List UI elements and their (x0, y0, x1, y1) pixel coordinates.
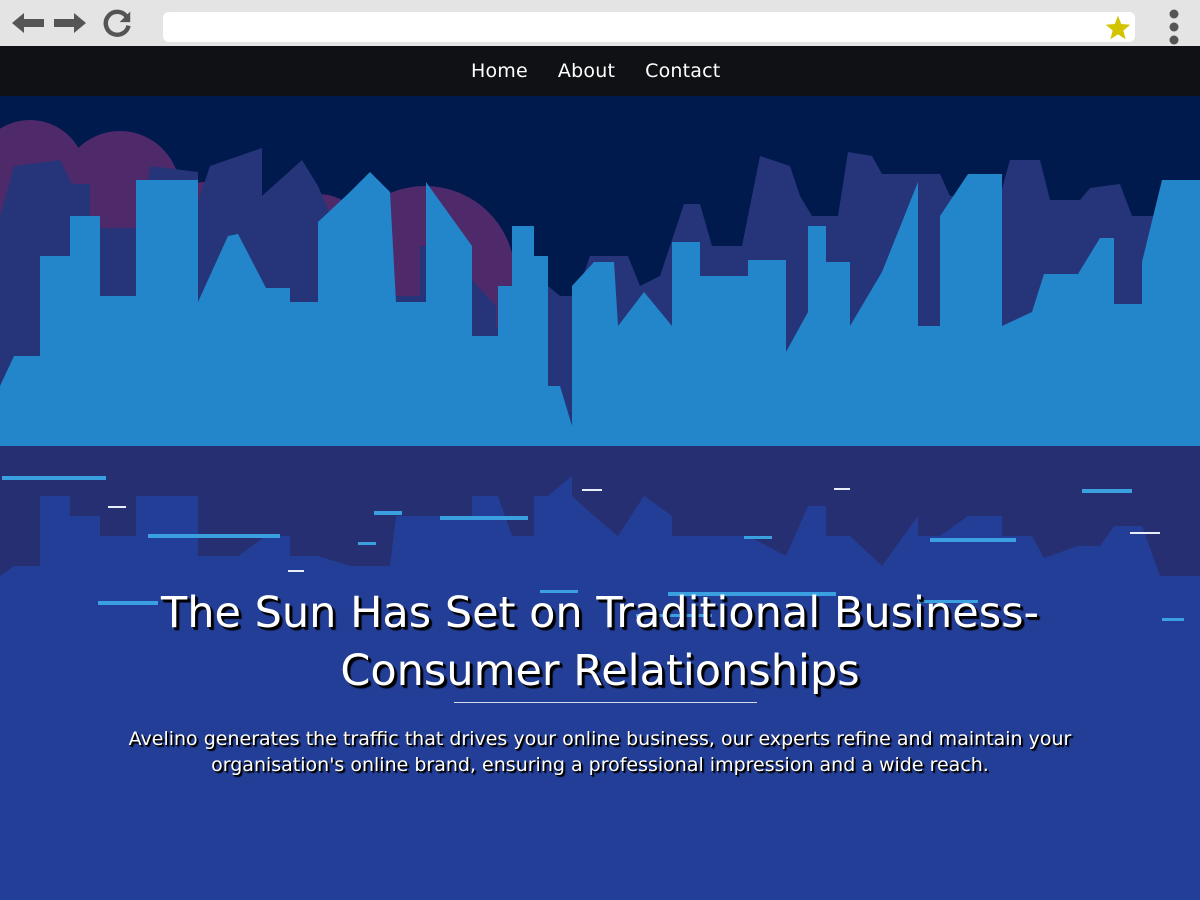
page: Home About Contact The Sun Has Set on Tr… (0, 0, 1200, 900)
vertical-dots-icon[interactable] (1164, 9, 1184, 45)
hero-title: The Sun Has Set on Traditional Business-… (160, 588, 1040, 696)
arrow-right-icon[interactable] (52, 8, 88, 38)
hero-subtitle: Avelino generates the traffic that drive… (128, 728, 1072, 776)
reload-icon[interactable] (98, 8, 136, 38)
star-icon[interactable] (1104, 14, 1132, 42)
nav-link-home[interactable]: Home (471, 60, 528, 82)
nav-item-about: About (558, 60, 615, 82)
nav-link-contact[interactable]: Contact (645, 60, 720, 82)
hero-divider (454, 702, 757, 703)
arrow-left-icon[interactable] (10, 8, 46, 38)
nav-item-contact: Contact (645, 60, 720, 82)
browser-toolbar (0, 0, 1200, 46)
nav-link-about[interactable]: About (558, 60, 615, 82)
nav-item-home: Home (471, 60, 528, 82)
nav-menu: Home About Contact (456, 46, 735, 96)
site-nav: Home About Contact (0, 46, 1200, 96)
hero-illustration (0, 96, 1200, 900)
address-bar[interactable] (163, 12, 1135, 42)
